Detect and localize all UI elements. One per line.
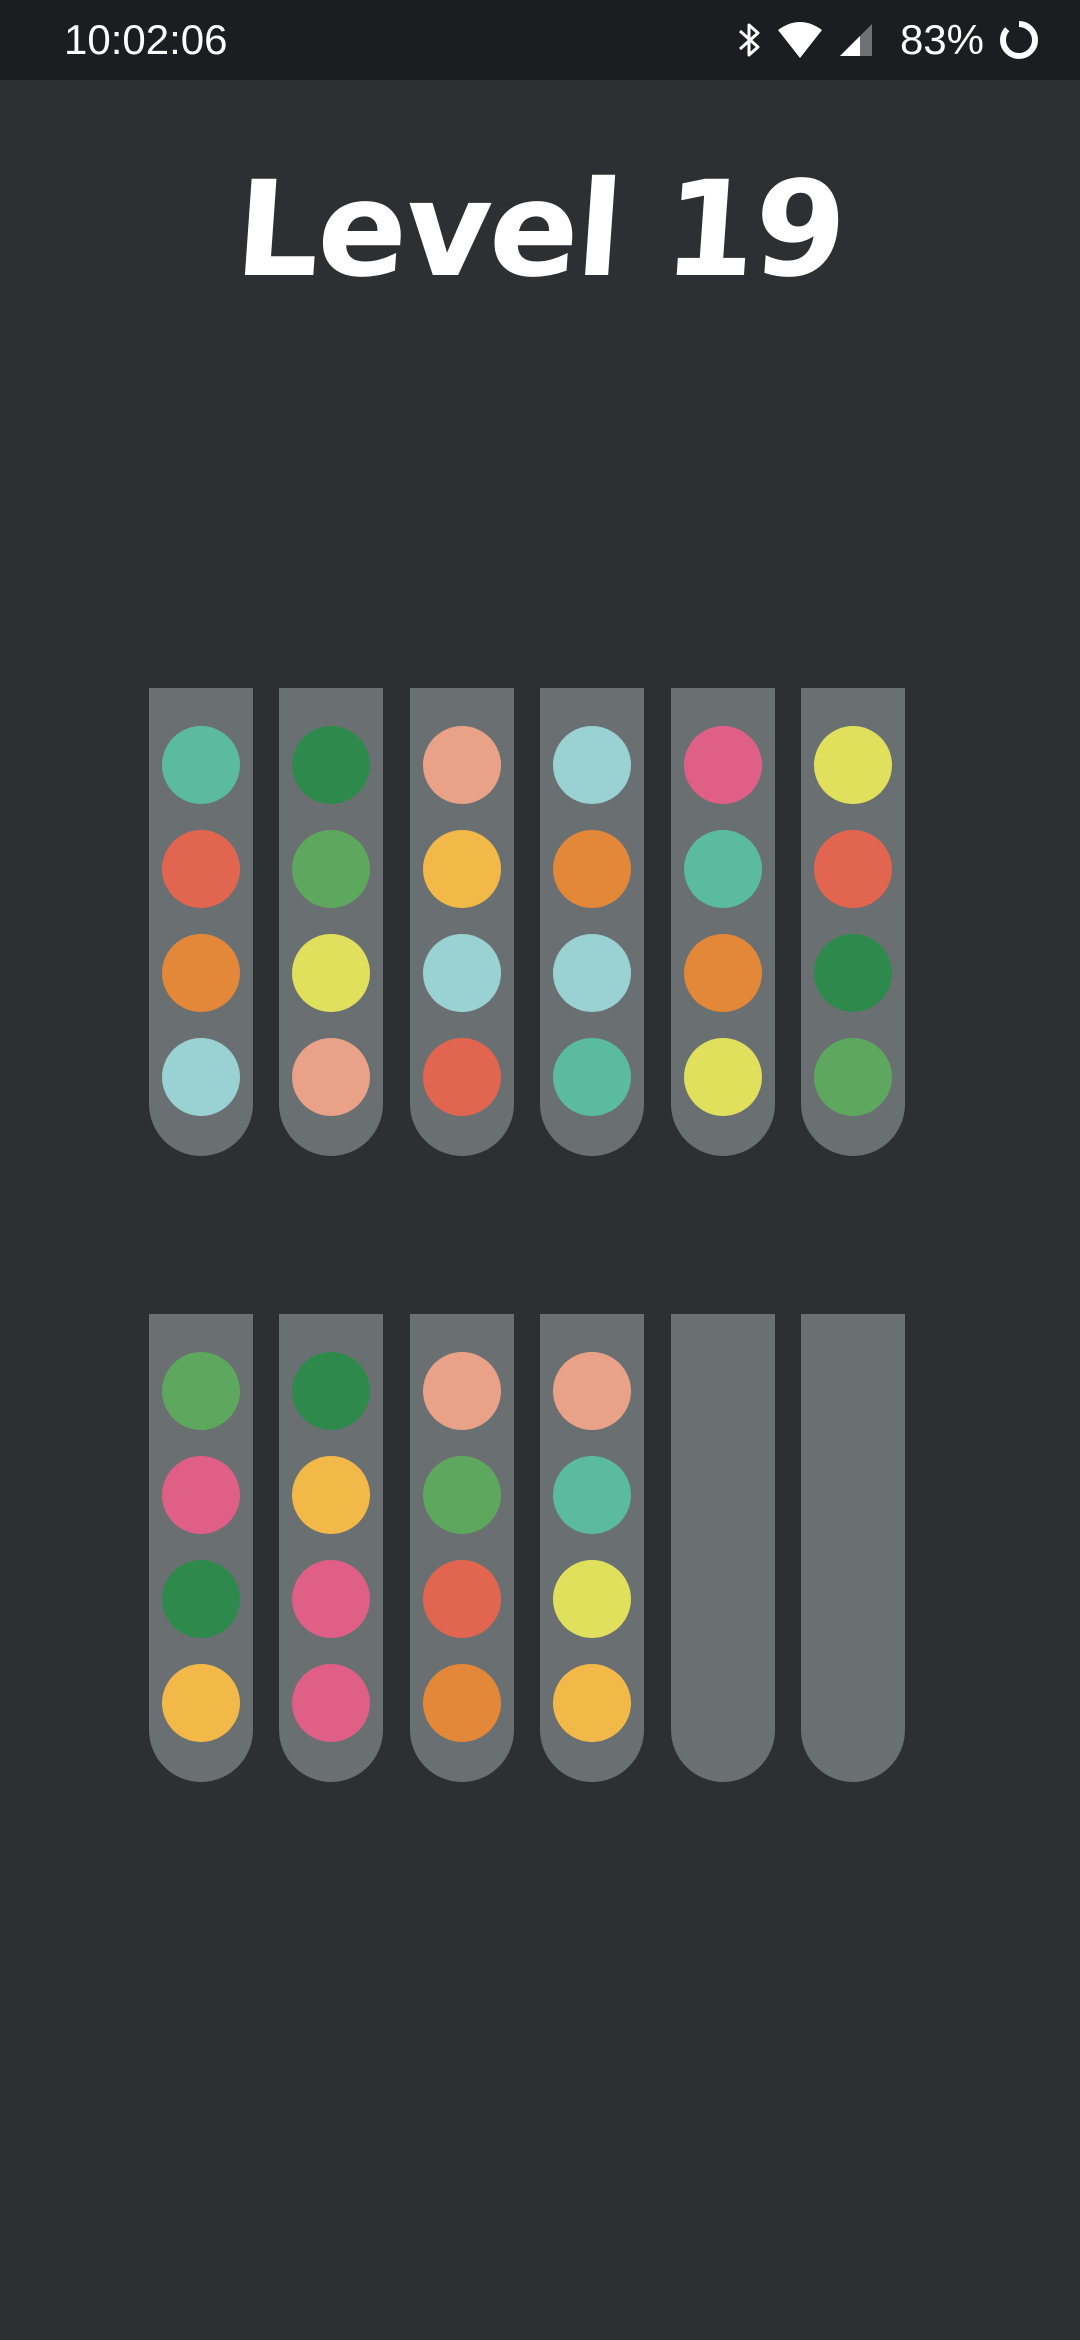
ball-red	[423, 1038, 501, 1116]
tube-1[interactable]	[149, 688, 253, 1156]
cellular-signal-icon	[838, 22, 874, 58]
ball-peach	[292, 1038, 370, 1116]
tube-9[interactable]	[410, 1314, 514, 1782]
ball-red	[162, 830, 240, 908]
ball-peach	[423, 726, 501, 804]
ball-orange	[423, 1664, 501, 1742]
ball-red	[423, 1560, 501, 1638]
bluetooth-icon	[736, 21, 762, 59]
ball-gold	[423, 830, 501, 908]
ball-darkgreen	[162, 1560, 240, 1638]
ball-orange	[553, 830, 631, 908]
ball-teal	[553, 1038, 631, 1116]
ball-lightblue	[162, 1038, 240, 1116]
ball-peach	[423, 1352, 501, 1430]
ball-yellow	[684, 1038, 762, 1116]
ball-darkgreen	[814, 934, 892, 1012]
ball-red	[814, 830, 892, 908]
tube-10[interactable]	[540, 1314, 644, 1782]
ball-darkgreen	[292, 726, 370, 804]
tube-12[interactable]	[801, 1314, 905, 1782]
battery-percentage: 83%	[899, 16, 984, 63]
status-time: 10:02:06	[64, 16, 228, 63]
ball-gold	[162, 1664, 240, 1742]
wifi-icon	[776, 20, 824, 60]
ball-pink	[162, 1456, 240, 1534]
tube-2[interactable]	[279, 688, 383, 1156]
ball-green	[814, 1038, 892, 1116]
ball-gold	[292, 1456, 370, 1534]
tube-6[interactable]	[801, 688, 905, 1156]
ball-green	[292, 830, 370, 908]
ball-yellow	[553, 1560, 631, 1638]
ball-lightblue	[423, 934, 501, 1012]
tube-5[interactable]	[671, 688, 775, 1156]
ball-teal	[684, 830, 762, 908]
tube-4[interactable]	[540, 688, 644, 1156]
ball-green	[162, 1352, 240, 1430]
tube-11[interactable]	[671, 1314, 775, 1782]
ball-pink	[292, 1664, 370, 1742]
status-bar: 10:02:06 83%	[0, 0, 1080, 80]
ball-peach	[553, 1352, 631, 1430]
tube-8[interactable]	[279, 1314, 383, 1782]
tube-3[interactable]	[410, 688, 514, 1156]
ball-pink	[292, 1560, 370, 1638]
ball-pink	[684, 726, 762, 804]
level-title: Level 19	[230, 153, 850, 307]
ball-gold	[553, 1664, 631, 1742]
ball-teal	[162, 726, 240, 804]
ball-lightblue	[553, 934, 631, 1012]
ball-teal	[553, 1456, 631, 1534]
ball-lightblue	[553, 726, 631, 804]
battery-ring-icon	[998, 19, 1040, 61]
tube-7[interactable]	[149, 1314, 253, 1782]
ball-green	[423, 1456, 501, 1534]
ball-yellow	[814, 726, 892, 804]
ball-orange	[162, 934, 240, 1012]
ball-yellow	[292, 934, 370, 1012]
ball-orange	[684, 934, 762, 1012]
status-icons: 83%	[736, 14, 1040, 66]
ball-darkgreen	[292, 1352, 370, 1430]
